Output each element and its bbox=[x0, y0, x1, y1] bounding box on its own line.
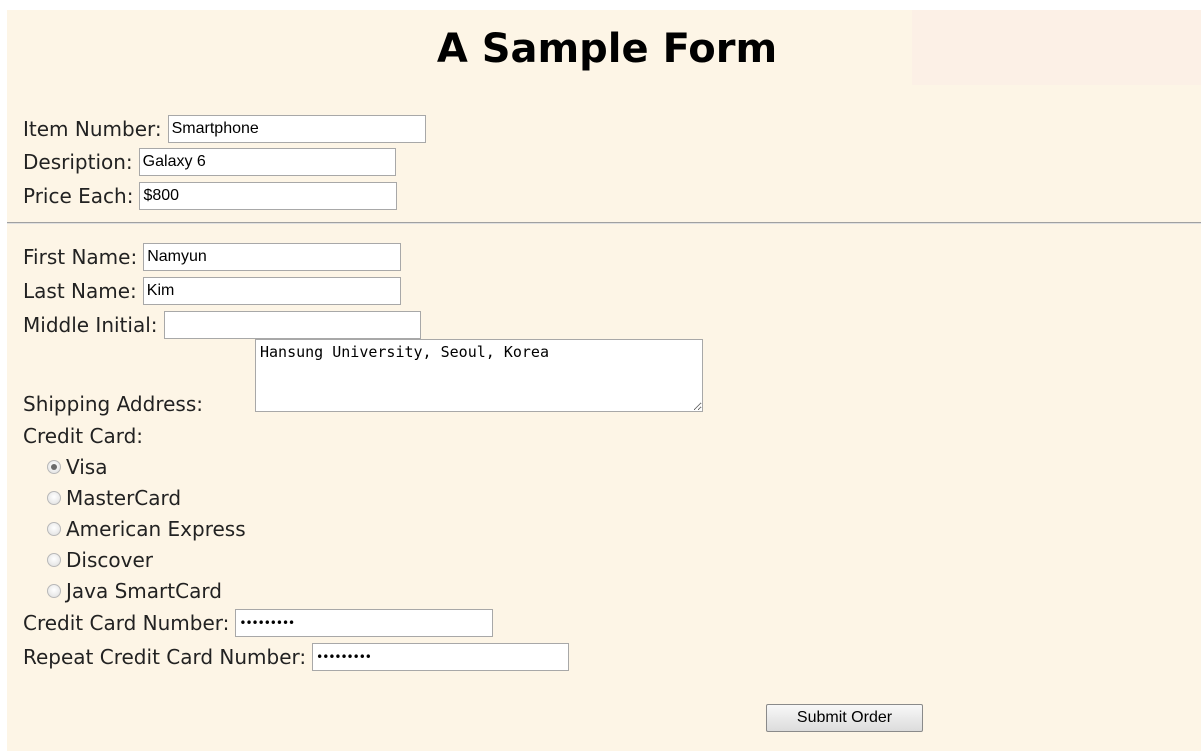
last-name-row: Last Name bbox=[23, 275, 401, 307]
description-input[interactable] bbox=[138, 148, 396, 176]
page-title: A Sample Form bbox=[436, 26, 778, 72]
submit-order-button[interactable]: Submit Order bbox=[766, 704, 923, 732]
radio-java-smartcard-button[interactable] bbox=[47, 583, 61, 598]
radio-mastercard-button[interactable] bbox=[47, 490, 61, 505]
first-name-label: First Name bbox=[23, 245, 137, 269]
radio-discover-button[interactable] bbox=[47, 552, 61, 567]
middle-initial-input[interactable] bbox=[163, 311, 421, 339]
last-name-label: Last Name bbox=[23, 279, 137, 303]
shipping-address-row: Shipping Address: bbox=[23, 388, 203, 420]
credit-card-row: Credit Card: bbox=[23, 420, 143, 452]
radio-java-smartcard-label: Java SmartCard bbox=[66, 578, 222, 603]
credit-card-number-label: Credit Card Number bbox=[23, 611, 229, 635]
radio-american-express-label: American Express bbox=[66, 516, 246, 541]
credit-card-number-input[interactable] bbox=[235, 609, 494, 637]
shipping-address-textarea[interactable]: Hansung University, Seoul, Korea bbox=[255, 339, 703, 412]
description-row: Desription bbox=[23, 146, 396, 178]
radio-visa-button[interactable] bbox=[47, 459, 61, 474]
item-number-row: Item Number bbox=[23, 113, 426, 145]
first-name-input[interactable] bbox=[143, 243, 402, 271]
middle-initial-label: Middle Initial bbox=[23, 313, 158, 337]
first-name-row: First Name bbox=[23, 241, 402, 273]
item-number-label: Item Number bbox=[23, 117, 162, 141]
repeat-credit-card-number-row: Repeat Credit Card Number bbox=[23, 641, 570, 673]
description-label: Desription bbox=[23, 150, 133, 174]
radio-discover-label: Discover bbox=[66, 547, 153, 572]
credit-card-number-row: Credit Card Number bbox=[23, 607, 494, 639]
radio-mastercard-label: MasterCard bbox=[66, 485, 182, 510]
section-divider bbox=[7, 222, 1201, 224]
radio-java-smartcard[interactable]: Java SmartCard bbox=[47, 575, 222, 606]
form-page: A Sample Form Item Number Desription Pri… bbox=[7, 10, 1201, 751]
middle-initial-row: Middle Initial bbox=[23, 309, 421, 341]
radio-visa[interactable]: Visa bbox=[47, 451, 107, 482]
radio-mastercard[interactable]: MasterCard bbox=[47, 482, 181, 513]
repeat-credit-card-number-label: Repeat Credit Card Number bbox=[23, 645, 306, 669]
credit-card-label: Credit Card: bbox=[23, 424, 144, 448]
item-number-input[interactable] bbox=[167, 115, 426, 143]
radio-visa-label: Visa bbox=[66, 454, 108, 479]
last-name-input[interactable] bbox=[142, 277, 401, 305]
repeat-credit-card-number-input[interactable] bbox=[312, 643, 570, 671]
radio-american-express[interactable]: American Express bbox=[47, 513, 246, 544]
price-row: Price Each bbox=[23, 180, 398, 212]
price-label: Price Each bbox=[23, 184, 133, 208]
price-input[interactable] bbox=[139, 182, 398, 210]
radio-american-express-button[interactable] bbox=[47, 521, 61, 536]
shipping-address-label: Shipping Address: bbox=[23, 392, 203, 416]
radio-discover[interactable]: Discover bbox=[47, 544, 153, 575]
